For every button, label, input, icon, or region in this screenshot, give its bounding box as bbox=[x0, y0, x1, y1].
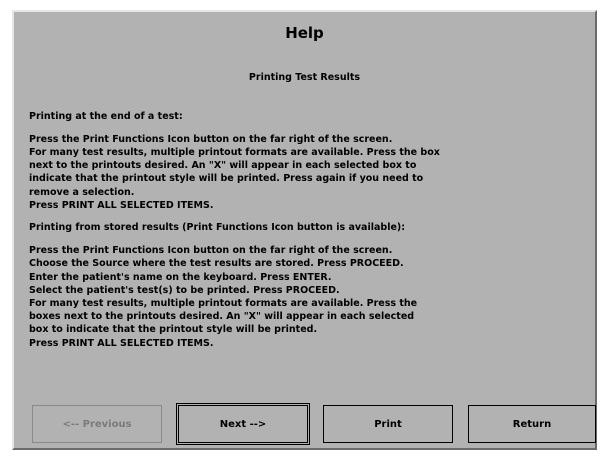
help-content: Printing at the end of a test: Press the… bbox=[29, 110, 549, 359]
instructions-stored-results: Press the Print Functions Icon button on… bbox=[29, 245, 418, 349]
section-subtitle: Printing Test Results bbox=[248, 72, 361, 83]
help-window: Help Printing Test Results Printing at t… bbox=[12, 10, 597, 450]
next-button[interactable]: Next --> bbox=[176, 403, 310, 445]
previous-button[interactable]: <-- Previous bbox=[32, 405, 162, 443]
heading-stored-results: Printing from stored results (Print Func… bbox=[29, 222, 406, 234]
return-button[interactable]: Return bbox=[468, 405, 596, 443]
print-button[interactable]: Print bbox=[323, 405, 453, 443]
page-title: Help bbox=[285, 24, 324, 42]
heading-end-of-test: Printing at the end of a test: bbox=[29, 111, 183, 122]
instructions-end-of-test: Press the Print Functions Icon button on… bbox=[29, 133, 440, 211]
